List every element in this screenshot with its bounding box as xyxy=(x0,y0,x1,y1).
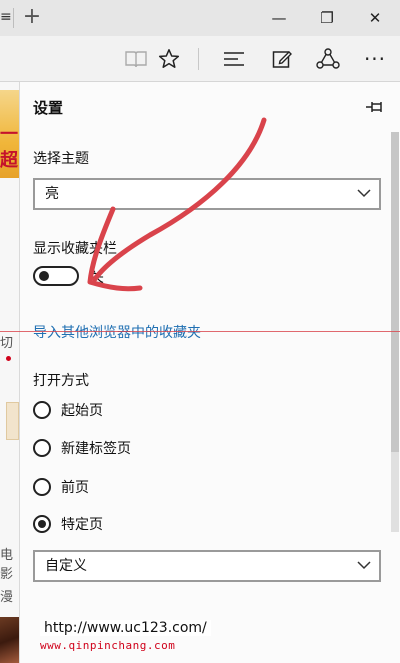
tab-partial-icon[interactable]: ≡ xyxy=(0,6,12,28)
restore-button[interactable]: ❐ xyxy=(310,4,344,32)
theme-label: 选择主题 xyxy=(33,151,89,167)
radio-label: 前页 xyxy=(61,480,89,496)
annotation-guide-line xyxy=(0,331,400,332)
open-with-label: 打开方式 xyxy=(33,373,89,389)
radio-label: 特定页 xyxy=(61,517,103,533)
toolbar-divider xyxy=(198,48,199,70)
radio-button-checked xyxy=(33,515,51,533)
minimize-button[interactable]: — xyxy=(262,4,296,32)
webpage-banner[interactable]: 一超 xyxy=(0,90,19,178)
radio-button xyxy=(33,401,51,419)
webpage-photo[interactable] xyxy=(0,617,19,663)
watermark-text: www.qinpinchang.com xyxy=(40,639,176,652)
more-actions-button[interactable]: ··· xyxy=(359,43,391,75)
webpage-content: 一超 切 电影 漫 xyxy=(0,82,19,663)
radio-previous-pages[interactable]: 前页 xyxy=(33,475,89,499)
new-tab-button[interactable]: + xyxy=(18,3,46,31)
webpage-text-fragment[interactable]: 切 xyxy=(0,332,13,351)
favorite-star-icon[interactable] xyxy=(153,43,185,75)
web-note-icon[interactable] xyxy=(266,43,298,75)
scrollbar-thumb[interactable] xyxy=(391,132,399,452)
tab-separator xyxy=(13,8,14,28)
webpage-bullet-dot xyxy=(6,356,11,361)
settings-panel: 设置 选择主题 亮 显示收藏夹栏 关 导入其他浏览器中的收藏夹 打开方式 起始页… xyxy=(19,82,400,663)
theme-select-value: 亮 xyxy=(45,186,59,202)
specific-page-select-value: 自定义 xyxy=(45,558,87,574)
radio-label: 起始页 xyxy=(61,403,103,419)
pin-icon[interactable] xyxy=(364,96,386,118)
webpage-text-fragment[interactable]: 电影 xyxy=(0,544,19,582)
close-window-button[interactable]: ✕ xyxy=(358,4,392,32)
panel-scrollbar[interactable] xyxy=(391,132,399,532)
more-dots-icon: ··· xyxy=(363,47,387,71)
webpage-text-fragment[interactable]: 漫 xyxy=(0,586,13,605)
radio-button xyxy=(33,439,51,457)
toggle-knob xyxy=(39,271,49,281)
favorites-bar-label: 显示收藏夹栏 xyxy=(33,241,117,257)
favorites-bar-state: 关 xyxy=(90,270,104,286)
panel-title: 设置 xyxy=(33,99,64,117)
tab-bar: ≡ + — ❐ ✕ xyxy=(0,0,400,36)
radio-start-page[interactable]: 起始页 xyxy=(33,398,103,422)
hub-icon[interactable] xyxy=(218,43,250,75)
radio-new-tab-page[interactable]: 新建标签页 xyxy=(33,436,131,460)
radio-label: 新建标签页 xyxy=(61,441,131,457)
chevron-down-icon xyxy=(357,189,371,198)
favorites-bar-toggle[interactable] xyxy=(33,266,79,286)
radio-button xyxy=(33,478,51,496)
chevron-down-icon xyxy=(357,561,371,570)
reading-view-icon[interactable] xyxy=(120,43,152,75)
specific-page-select[interactable]: 自定义 xyxy=(33,550,381,582)
radio-specific-page[interactable]: 特定页 xyxy=(33,512,103,536)
specific-page-url[interactable]: http://www.uc123.com/ xyxy=(40,620,211,636)
import-favorites-link[interactable]: 导入其他浏览器中的收藏夹 xyxy=(33,322,201,342)
theme-select[interactable]: 亮 xyxy=(33,178,381,210)
share-icon[interactable] xyxy=(312,43,344,75)
browser-toolbar: ··· xyxy=(0,36,400,82)
banner-text: 一超 xyxy=(0,124,18,171)
webpage-thumbnail[interactable] xyxy=(6,402,19,440)
